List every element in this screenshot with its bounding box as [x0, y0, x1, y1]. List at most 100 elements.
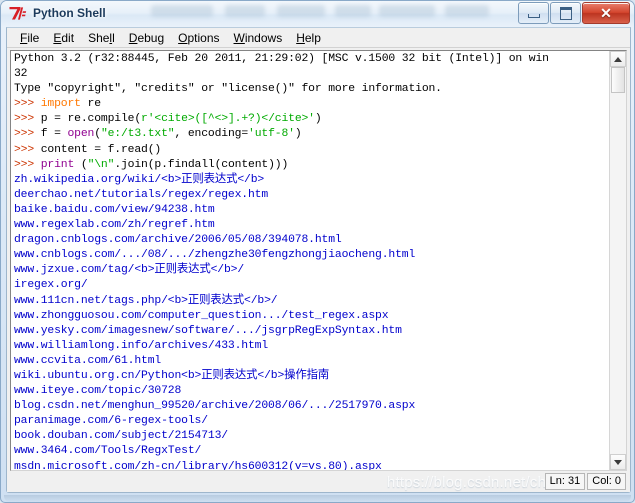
shell-token: .join(p.findall(content)))	[114, 158, 289, 171]
shell-line: >>> p = re.compile(r'<cite>([^<>].+?)</c…	[14, 112, 609, 127]
menu-item-edit[interactable]: Edit	[46, 30, 81, 46]
shell-token: blog.csdn.net/menghun_99520/archive/2008…	[14, 400, 416, 413]
menu-item-debug[interactable]: Debug	[122, 30, 171, 46]
shell-token: >>>	[14, 158, 41, 171]
shell-token: msdn.microsoft.com/zh-cn/library/hs60031…	[14, 460, 382, 470]
shell-line: >>> f = open("e:/t3.txt", encoding='utf-…	[14, 127, 609, 142]
scroll-up-button[interactable]	[610, 51, 626, 67]
shell-token: >>>	[14, 128, 41, 141]
shell-token: import	[40, 98, 81, 111]
shell-token: www.cnblogs.com/.../08/.../zhengzhe30fen…	[14, 249, 416, 262]
shell-line: www.regexlab.com/zh/regref.htm	[14, 218, 609, 233]
window-title-text: Python Shell	[33, 6, 106, 20]
shell-line: blog.csdn.net/menghun_99520/archive/2008…	[14, 399, 609, 414]
menu-item-help[interactable]: Help	[289, 30, 328, 46]
shell-line: zh.wikipedia.org/wiki/<b>正则表达式</b>	[14, 173, 609, 188]
shell-token: 32	[14, 68, 28, 81]
status-column-indicator: Col: 0	[587, 472, 626, 490]
scrollbar-thumb[interactable]	[611, 67, 625, 93]
maximize-icon	[559, 6, 572, 20]
shell-token: wiki.ubuntu.org.cn/Python<b>正则表达式</b>操作指…	[14, 369, 330, 382]
menu-item-options[interactable]: Options	[171, 30, 226, 46]
shell-line: iregex.org/	[14, 278, 609, 293]
shell-token: paranimage.com/6-regex-tools/	[14, 415, 208, 428]
vertical-scrollbar[interactable]	[609, 51, 626, 470]
shell-line: www.iteye.com/topic/30728	[14, 384, 609, 399]
python-idle-icon	[8, 4, 27, 22]
shell-line: www.yesky.com/imagesnew/software/.../jsg…	[14, 324, 609, 339]
shell-token: >>>	[14, 113, 41, 126]
shell-line: www.zhongguosou.com/computer_question...…	[14, 309, 609, 324]
close-icon: ✕	[600, 5, 612, 21]
minimize-button[interactable]	[518, 2, 549, 24]
shell-token: www.williamlong.info/archives/433.html	[14, 339, 269, 352]
window-controls: ✕	[517, 2, 630, 24]
shell-line: www.cnblogs.com/.../08/.../zhengzhe30fen…	[14, 248, 609, 263]
shell-text-area-frame: Python 3.2 (r32:88445, Feb 20 2011, 21:2…	[10, 50, 627, 471]
shell-token: "\n"	[87, 158, 115, 171]
shell-line: www.111cn.net/tags.php/<b>正则表达式</b>/	[14, 294, 609, 309]
shell-token: 'utf-8'	[248, 128, 295, 141]
aero-ghost-artifact	[277, 5, 325, 17]
shell-line: deerchao.net/tutorials/regex/regex.htm	[14, 188, 609, 203]
shell-token: p = re.compile(	[40, 113, 142, 126]
shell-token: (	[74, 158, 88, 171]
shell-line: >>> import re	[14, 97, 609, 112]
shell-token: www.zhongguosou.com/computer_question...…	[14, 309, 389, 322]
shell-line: dragon.cnblogs.com/archive/2006/05/08/39…	[14, 233, 609, 248]
shell-token: Python 3.2 (r32:88445, Feb 20 2011, 21:2…	[14, 53, 549, 65]
window-title-group: Python Shell	[8, 4, 106, 22]
shell-token: www.ccvita.com/61.html	[14, 354, 162, 367]
aero-ghost-artifact	[445, 5, 489, 17]
shell-token: "e:/t3.txt"	[100, 128, 175, 141]
scroll-up-arrow-icon	[614, 56, 622, 62]
shell-token: dragon.cnblogs.com/archive/2006/05/08/39…	[14, 234, 342, 247]
maximize-button[interactable]	[550, 2, 581, 24]
shell-token: www.jzxue.com/tag/<b>正则表达式</b>/	[14, 264, 245, 277]
window-titlebar[interactable]: Python Shell ✕	[1, 1, 634, 27]
aero-ghost-artifact	[225, 5, 265, 17]
shell-line: 32	[14, 67, 609, 82]
menu-item-windows[interactable]: Windows	[227, 30, 290, 46]
shell-token: re	[80, 98, 102, 111]
scrollbar-track[interactable]	[610, 67, 626, 454]
shell-token: book.douban.com/subject/2154713/	[14, 430, 228, 443]
shell-token: open	[67, 128, 95, 141]
shell-line: Type "copyright", "credits" or "license(…	[14, 82, 609, 97]
shell-token: , encoding=	[174, 128, 249, 141]
shell-token: www.iteye.com/topic/30728	[14, 385, 182, 398]
shell-line: www.ccvita.com/61.html	[14, 354, 609, 369]
close-button[interactable]: ✕	[582, 2, 630, 24]
menu-item-shell[interactable]: Shell	[81, 30, 122, 46]
menu-item-file[interactable]: File	[13, 30, 46, 46]
shell-line: Python 3.2 (r32:88445, Feb 20 2011, 21:2…	[14, 52, 609, 67]
shell-token: iregex.org/	[14, 279, 88, 292]
shell-token: zh.wikipedia.org/wiki/<b>正则表达式</b>	[14, 173, 265, 186]
shell-line: book.douban.com/subject/2154713/	[14, 429, 609, 444]
window-drop-shadow	[4, 495, 631, 502]
shell-token: f =	[40, 128, 68, 141]
shell-token: Type "copyright", "credits" or "license(…	[14, 83, 442, 96]
shell-token: )	[294, 128, 302, 141]
aero-ghost-artifact	[151, 5, 213, 17]
shell-line: >>> content = f.read()	[14, 143, 609, 158]
shell-line: paranimage.com/6-regex-tools/	[14, 414, 609, 429]
aero-ghost-artifact	[379, 5, 435, 17]
shell-token: >>>	[14, 98, 41, 111]
shell-token: >>>	[14, 143, 41, 156]
shell-token: baike.baidu.com/view/94238.htm	[14, 203, 215, 216]
python-shell-window: Python Shell ✕ File Edit Shell Debug Opt…	[0, 0, 635, 503]
shell-line: msdn.microsoft.com/zh-cn/library/hs60031…	[14, 460, 609, 470]
shell-client-area: File Edit Shell Debug Options Windows He…	[6, 27, 631, 493]
scroll-down-button[interactable]	[610, 454, 626, 470]
shell-line: wiki.ubuntu.org.cn/Python<b>正则表达式</b>操作指…	[14, 369, 609, 384]
scroll-down-arrow-icon	[614, 459, 622, 465]
shell-line: baike.baidu.com/view/94238.htm	[14, 203, 609, 218]
shell-token: www.111cn.net/tags.php/<b>正则表达式</b>/	[14, 294, 278, 307]
menubar: File Edit Shell Debug Options Windows He…	[7, 28, 630, 48]
shell-line: www.williamlong.info/archives/433.html	[14, 339, 609, 354]
shell-line: >>> print ("\n".join(p.findall(content))…	[14, 158, 609, 173]
shell-token: print	[40, 158, 75, 171]
shell-line: www.jzxue.com/tag/<b>正则表达式</b>/	[14, 263, 609, 278]
shell-text-area[interactable]: Python 3.2 (r32:88445, Feb 20 2011, 21:2…	[11, 51, 609, 470]
